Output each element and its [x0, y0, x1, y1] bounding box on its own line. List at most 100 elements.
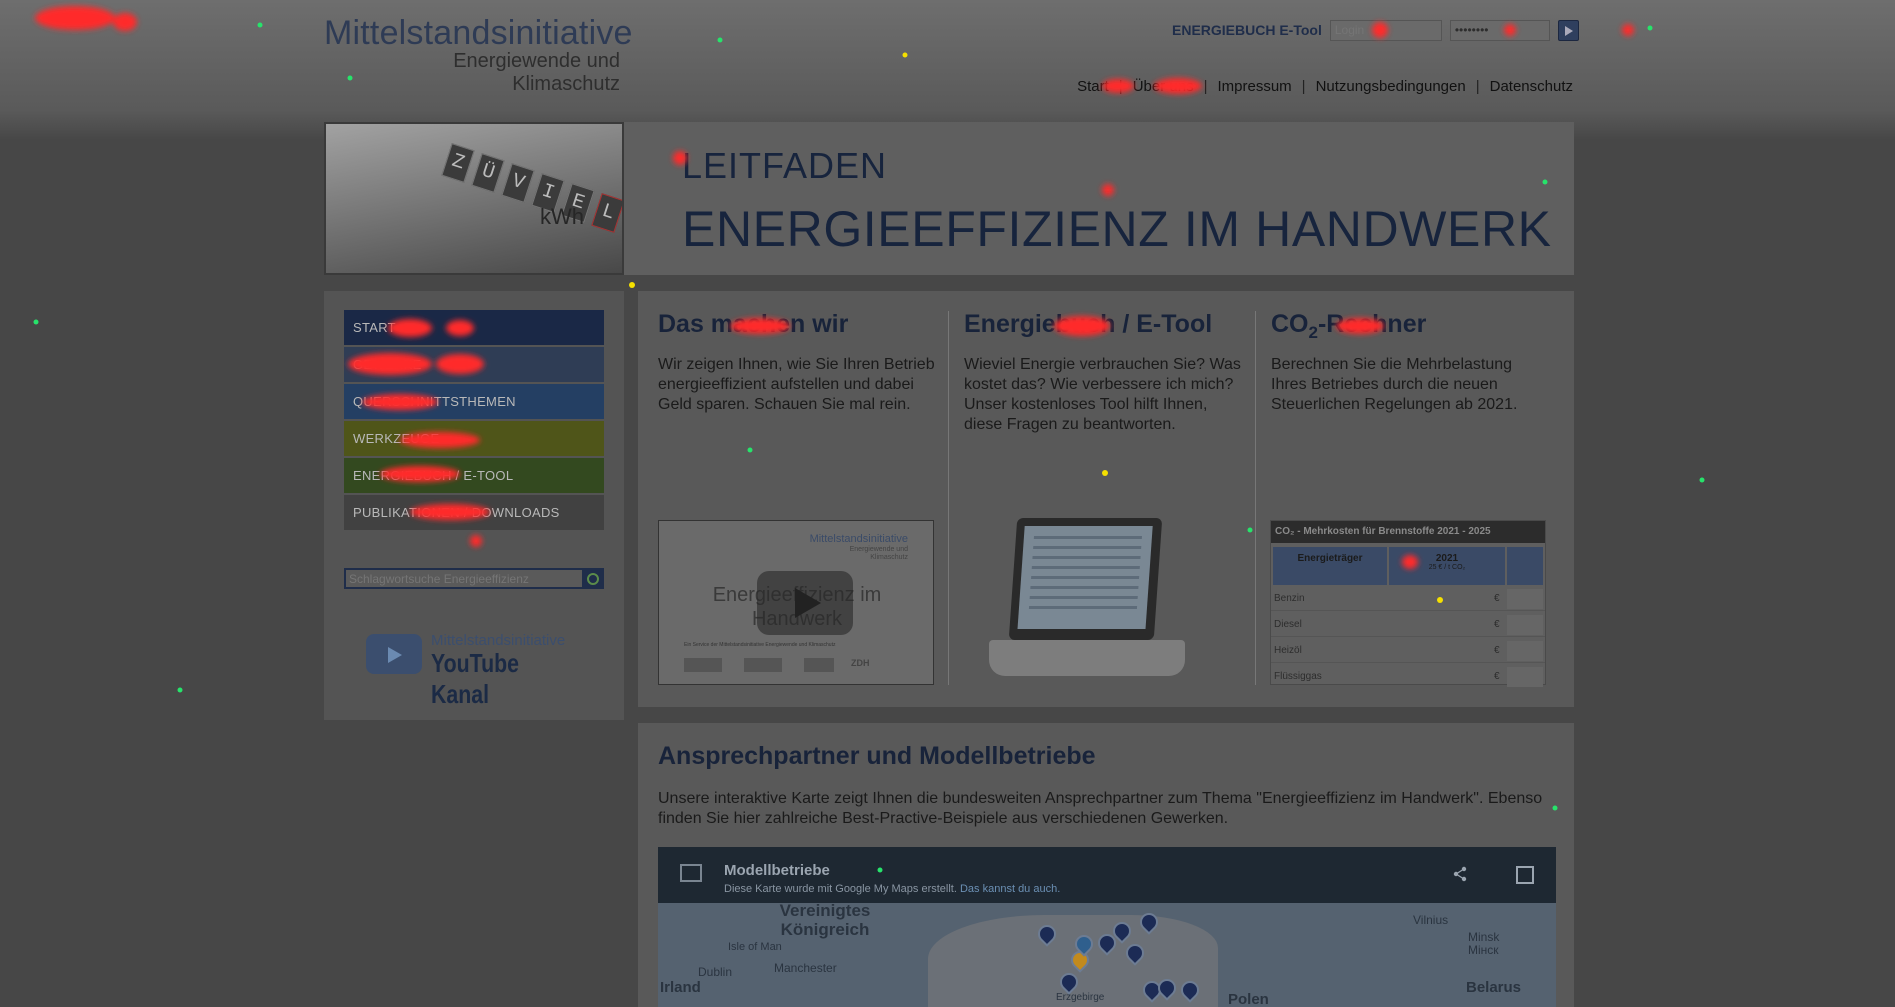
youtube-channel-link[interactable]: Mittelstandsinitiative YouTube Kanal — [366, 628, 586, 709]
laptop-image[interactable] — [983, 516, 1191, 686]
co2-title-sub: 2 — [1308, 323, 1318, 342]
map-label-vilnius: Vilnius — [1413, 913, 1449, 927]
login-username-input[interactable] — [1329, 19, 1442, 41]
spreadsheet-row — [1032, 556, 1141, 559]
co2-row: Benzin € — [1271, 587, 1545, 611]
sidebar-item-cross-topics[interactable]: QUERSCHNITTSTHEMEN — [344, 384, 604, 419]
banner-headline: ENERGIEEFFIZIENZ IM HANDWERK — [682, 201, 1552, 257]
heat-spot — [35, 6, 115, 30]
map-title[interactable]: Modellbetriebe — [724, 862, 830, 879]
co2-cell — [1507, 615, 1543, 635]
heat-dot — [1647, 25, 1653, 31]
keyword-search-input[interactable] — [346, 570, 582, 587]
nav-start[interactable]: Start — [1077, 78, 1109, 95]
ministry-logo-icon — [684, 658, 722, 672]
contact-text: Unsere interaktive Karte zeigt Ihnen die… — [658, 790, 1543, 827]
spreadsheet-row — [1030, 586, 1139, 589]
co2-row-label: Flüssiggas — [1274, 671, 1322, 682]
sidebar-item-start[interactable]: START — [344, 310, 604, 345]
nav-privacy[interactable]: Datenschutz — [1490, 78, 1573, 95]
map-label-uk: Vereinigtes Königreich — [779, 901, 871, 939]
video-brand: Mittelstandsinitiative — [809, 533, 908, 545]
electricity-meter-photo: Z Ü V I E L kWh — [324, 122, 624, 275]
fullscreen-icon[interactable] — [1516, 866, 1534, 884]
map-note-link[interactable]: Das kannst du auch. — [960, 883, 1060, 895]
banner-kicker: LEITFADEN — [682, 145, 888, 186]
brand-title[interactable]: Mittelstandsinitiative — [324, 14, 633, 53]
map-legend-toggle-icon[interactable] — [680, 864, 702, 882]
nav-separator: | — [1301, 78, 1306, 95]
heat-dot — [717, 37, 723, 43]
co2-currency: € — [1494, 645, 1500, 656]
share-icon[interactable] — [1452, 866, 1468, 882]
map-label-ireland: Irland — [660, 979, 701, 996]
video-thumbnail[interactable]: Mittelstandsinitiative Energiewende und … — [658, 520, 934, 685]
login-area: ENERGIEBUCH E-Tool — [1172, 19, 1579, 41]
co2-table-heading: CO₂ - Mehrkosten für Brennstoffe 2021 - … — [1271, 521, 1545, 543]
heat-dot — [347, 75, 353, 81]
co2-col-empty — [1507, 547, 1543, 585]
meter-unit: kWh — [540, 204, 584, 229]
map-note-text: Diese Karte wurde mit Google My Maps ers… — [724, 883, 957, 895]
column-divider — [1255, 311, 1256, 685]
co2-cell — [1507, 589, 1543, 609]
login-submit-button[interactable] — [1557, 19, 1579, 41]
nav-separator: | — [1118, 78, 1123, 95]
co2-currency: € — [1494, 619, 1500, 630]
heat-dot — [177, 687, 183, 693]
map-label-pin: Erzgebirge — [1056, 992, 1105, 1003]
co2-cost-table[interactable]: CO₂ - Mehrkosten für Brennstoffe 2021 - … — [1270, 520, 1546, 687]
map-label-manchester: Manchester — [774, 961, 837, 975]
sidebar-item-downloads[interactable]: PUBLIKATIONEN / DOWNLOADS — [344, 495, 604, 530]
column-divider — [948, 311, 949, 685]
meter-digit: Z — [441, 143, 475, 183]
feature-text-what-we-do: Wir zeigen Ihnen, wie Sie Ihren Betrieb … — [658, 356, 935, 413]
login-password-input[interactable] — [1449, 19, 1550, 41]
map-label-belarus: Belarus — [1466, 979, 1522, 996]
partner-logo-icon — [804, 658, 834, 672]
play-icon[interactable] — [757, 571, 853, 635]
ministry-logo-icon — [744, 658, 782, 672]
co2-row-label: Benzin — [1274, 593, 1305, 604]
meter-digit: Ü — [471, 153, 505, 193]
nav-about[interactable]: Über uns — [1133, 78, 1194, 95]
heat-spot — [113, 13, 137, 31]
sidebar-item-trades[interactable]: GEWERKE — [344, 347, 604, 382]
meter-digit: L — [591, 193, 622, 233]
login-label: ENERGIEBUCH E-Tool — [1172, 22, 1322, 38]
nav-separator: | — [1203, 78, 1208, 95]
co2-title-rest: -Rechner — [1317, 310, 1427, 338]
nav-terms[interactable]: Nutzungsbedingungen — [1316, 78, 1466, 95]
map-note: Diese Karte wurde mit Google My Maps ers… — [724, 883, 1060, 895]
sidebar-item-energybook[interactable]: ENERGIEBUCH / E-TOOL — [344, 458, 604, 493]
laptop-display — [1017, 526, 1153, 629]
co2-year-sub: 25 € / t CO₂ — [1428, 564, 1466, 571]
co2-row: Flüssiggas € — [1271, 665, 1545, 689]
feature-title-co2[interactable]: CO2-Rechner — [1271, 310, 1426, 343]
co2-col-year: 2021 25 € / t CO₂ — [1389, 547, 1505, 585]
feature-title-what-we-do[interactable]: Das machen wir — [658, 310, 848, 339]
youtube-big-label: YouTube Kanal — [431, 648, 520, 709]
map-label-poland: Polen — [1228, 991, 1269, 1007]
co2-row-label: Heizöl — [1274, 645, 1302, 656]
heat-dot — [257, 22, 263, 28]
map-label-isle-of-man: Isle of Man — [728, 941, 782, 953]
co2-row: Heizöl € — [1271, 639, 1545, 663]
feature-text-energybook: Wieviel Energie verbrauchen Sie? Was kos… — [964, 356, 1241, 433]
laptop-screen — [1008, 518, 1163, 640]
spreadsheet-row — [1029, 596, 1138, 599]
heat-dot — [1699, 477, 1705, 483]
feature-text-co2: Berechnen Sie die Mehrbelastung Ihres Be… — [1271, 356, 1518, 413]
embedded-map[interactable]: Modellbetriebe Diese Karte wurde mit Goo… — [658, 847, 1556, 1007]
co2-col-carrier: Energieträger — [1273, 547, 1387, 585]
youtube-play-icon — [366, 634, 422, 674]
contact-title: Ansprechpartner und Modellbetriebe — [658, 742, 1096, 770]
heat-dot — [33, 319, 39, 325]
co2-cell — [1507, 667, 1543, 687]
nav-imprint[interactable]: Impressum — [1217, 78, 1291, 95]
sidebar-search — [344, 568, 604, 589]
search-button[interactable] — [582, 570, 602, 587]
sidebar-item-tools[interactable]: WERKZEUGE — [344, 421, 604, 456]
feature-title-energybook[interactable]: Energiebuch / E-Tool — [964, 310, 1212, 339]
heat-spot — [1622, 24, 1634, 36]
